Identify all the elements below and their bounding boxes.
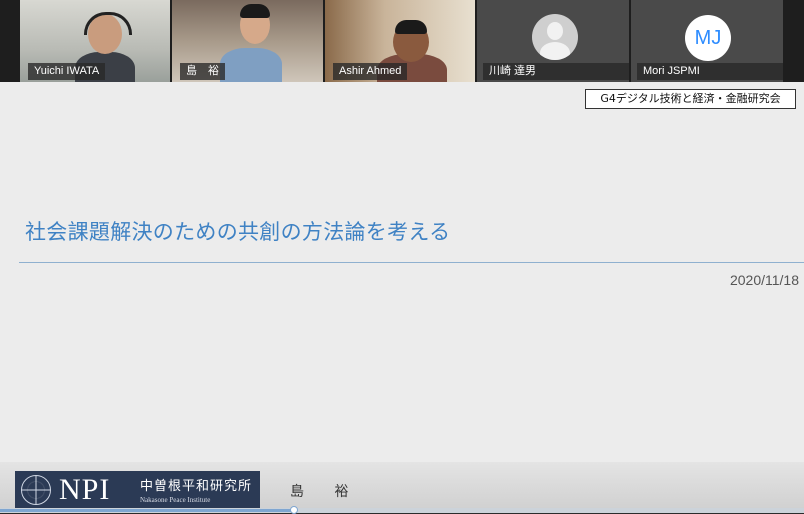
progress-fill [0,509,295,512]
org-name-en: Nakasone Peace Institute [140,496,211,504]
npi-logo: NPI 中曽根平和研究所 Nakasone Peace Institute [15,471,260,509]
participant-name: 島 裕 [180,63,225,80]
avatar-body [540,42,570,60]
participant-tile-ashir-ahmed[interactable]: Ashir Ahmed [325,0,475,82]
shared-slide: G4デジタル技術と経済・金融研究会 社会課題解決のための共創の方法論を考える 2… [0,82,804,513]
participant-video [220,48,282,82]
participant-tile-yuichi-iwata[interactable]: Yuichi IWATA [20,0,170,82]
default-avatar-icon [532,14,578,60]
title-divider [19,262,804,263]
participant-tile-mori-jspmi[interactable]: MJ Mori JSPMI [631,0,783,82]
avatar-head [547,22,563,40]
participant-tile-shima[interactable]: 島 裕 [172,0,323,82]
slide-date: 2020/11/18 [729,272,799,288]
slide-footer: NPI 中曽根平和研究所 Nakasone Peace Institute 島 … [0,462,804,513]
logo-text: NPI [59,473,111,506]
group-tag: G4デジタル技術と経済・金融研究会 [585,89,796,109]
globe-icon [21,475,51,505]
participant-video-hair [240,4,270,18]
participant-strip: Yuichi IWATA 島 裕 Ashir Ahmed 川崎 達男 MJ Mo… [0,0,804,82]
participant-name: Mori JSPMI [637,63,783,80]
slide-title: 社会課題解決のための共創の方法論を考える [25,220,451,244]
participant-name: 川崎 達男 [483,63,629,80]
initials-avatar: MJ [685,15,731,61]
participant-name: Yuichi IWATA [28,63,106,80]
org-name-jp: 中曽根平和研究所 [140,479,253,494]
playback-progress-bar[interactable] [0,506,804,514]
participant-video-hair [395,20,427,34]
participant-tile-kawasaki[interactable]: 川崎 達男 [477,0,629,82]
participant-name: Ashir Ahmed [333,63,408,80]
presenter-name: 島 裕 [290,484,349,500]
headset-icon [84,12,132,35]
